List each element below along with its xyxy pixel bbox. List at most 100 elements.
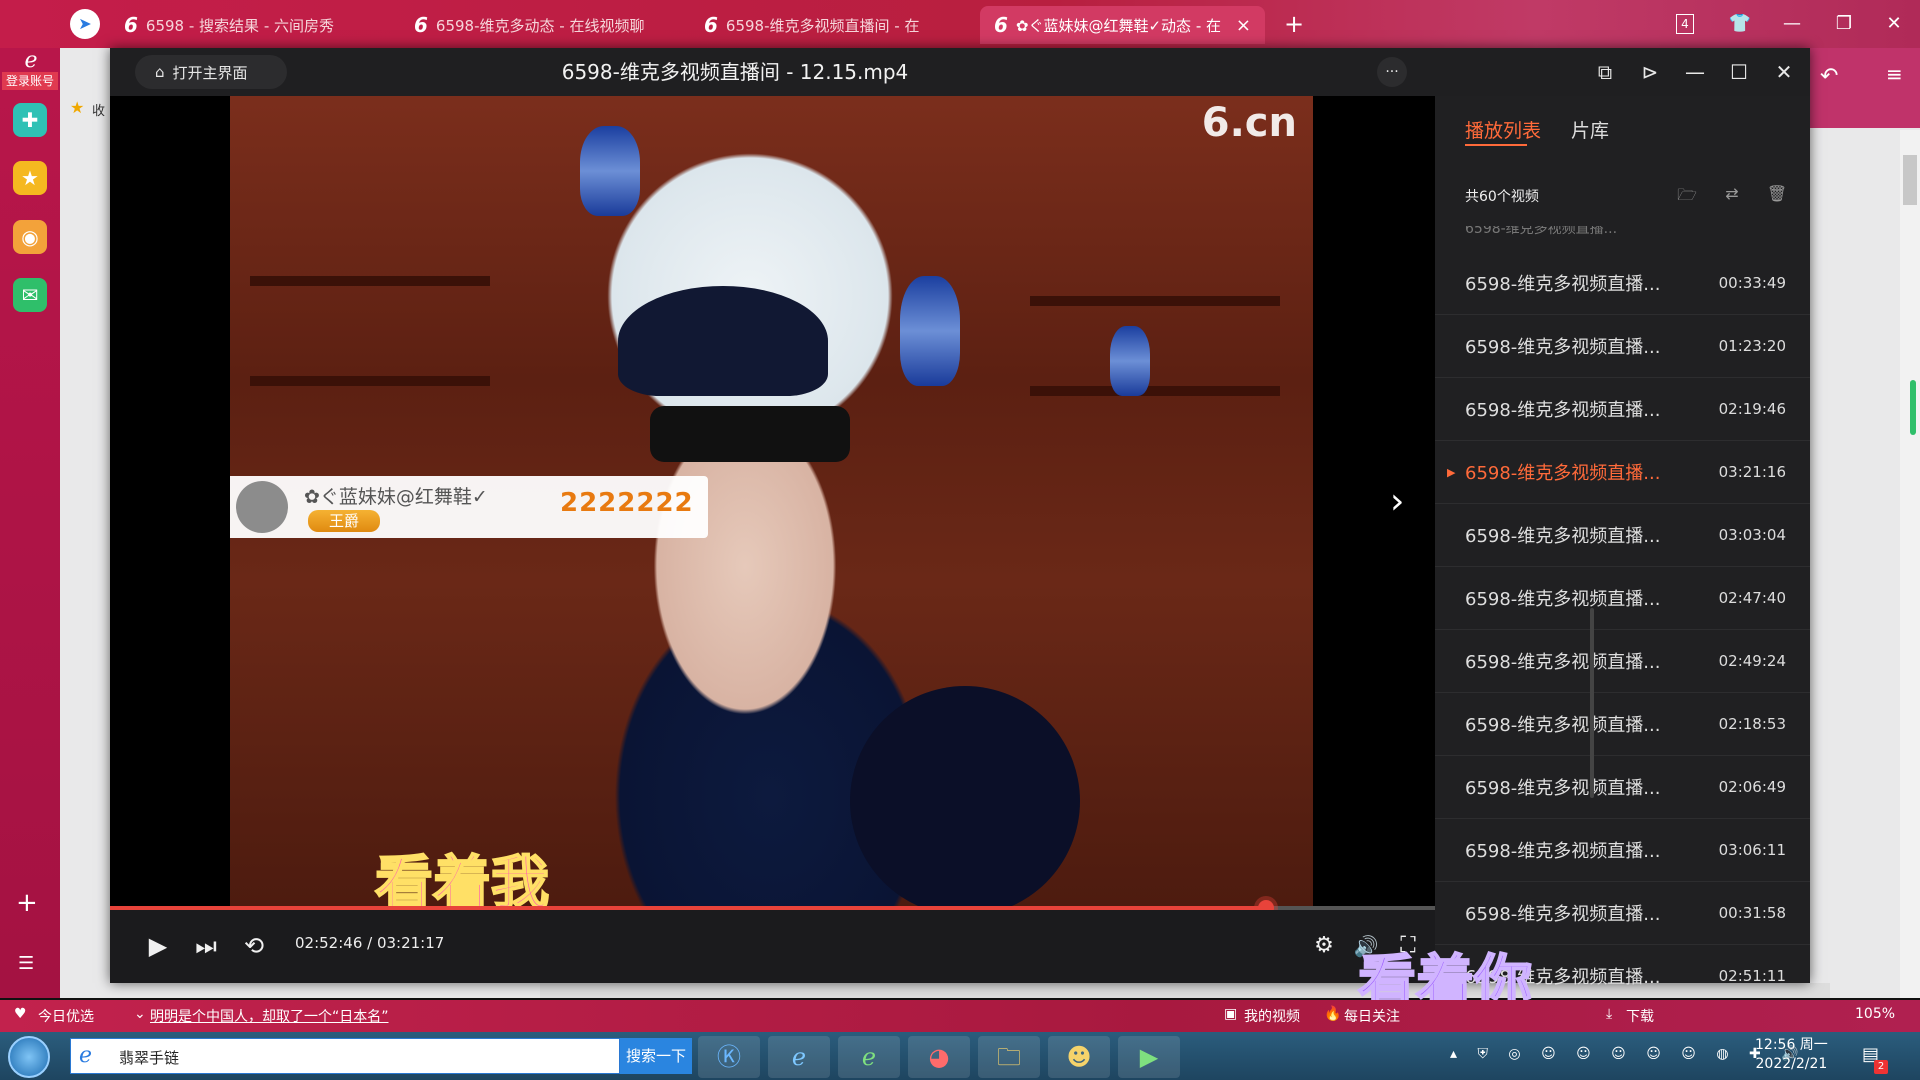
k-app-icon[interactable]: Ⓚ [698, 1036, 760, 1078]
sort-icon[interactable]: ⇄ [1721, 184, 1743, 203]
video-frame[interactable]: 6.cn ✿ぐ蓝妹妹@红舞鞋✓ 王爵 2222222 看着我 [230, 96, 1313, 906]
vase [580, 126, 640, 216]
hat [618, 286, 828, 396]
playlist-item[interactable]: 6598-维克多视频直播... 00:33:49 [1435, 252, 1810, 315]
restore-icon[interactable]: ❐ [1830, 10, 1858, 38]
daily-focus-link[interactable]: 每日关注 [1344, 1006, 1400, 1026]
play-icon[interactable]: ▶ [142, 930, 174, 962]
browser-nav-icon[interactable]: ➤ [70, 9, 100, 39]
playlist-item-title: 6598-维克多视频直播... [1465, 463, 1661, 484]
vase [900, 276, 960, 386]
flame-icon: 🔥 [1324, 1006, 1342, 1022]
open-folder-icon[interactable]: 🗁 [1676, 184, 1698, 211]
login-button[interactable]: 登录账号 [2, 72, 58, 90]
settings-gear-icon[interactable]: ⚙ [1308, 930, 1340, 962]
clock[interactable]: 12:56 周一 2022/2/21 [1755, 1036, 1828, 1074]
bookmark-star-icon[interactable]: ★ [70, 98, 84, 117]
tab-live-room[interactable]: 6 6598-维克多视频直播间 - 在 [690, 6, 975, 44]
video-icon: ▣ [1224, 1006, 1238, 1022]
bookmark-label[interactable]: 收 [92, 100, 105, 119]
ie-search-icon: ℯ [79, 1043, 93, 1068]
star-icon[interactable]: ★ [13, 161, 47, 195]
tab-playlist[interactable]: 播放列表 [1465, 116, 1541, 143]
playlist-item[interactable]: 6598-维克多视频直播... 02:47:40 [1435, 567, 1810, 630]
six-icon: 6 [414, 13, 428, 37]
browser-360-icon[interactable]: ℯ [838, 1036, 900, 1078]
download-link[interactable]: 下载 [1626, 1006, 1654, 1026]
close-icon[interactable]: ✕ [1880, 10, 1908, 38]
video-title: 6598-维克多视频直播间 - 12.15.mp4 [561, 60, 909, 84]
loop-icon[interactable]: ⟲ [238, 930, 270, 962]
next-track-icon[interactable]: ⏭ [190, 930, 222, 962]
scrollbar-thumb[interactable] [1903, 155, 1917, 205]
playlist-item[interactable]: ▶ 6598-维克多视频直播... 03:21:16 [1435, 441, 1810, 504]
playlist-item-title: 6598-维克多视频直播... [1465, 904, 1661, 925]
media-player-icon[interactable]: ▶ [1118, 1036, 1180, 1078]
today-picks[interactable]: 今日优选 [38, 1006, 94, 1026]
player-maximize-icon[interactable]: ☐ [1724, 57, 1754, 87]
ie-logo-icon[interactable]: ℯ [8, 48, 54, 74]
home-icon: ⌂ [155, 63, 165, 81]
time-display: 02:52:46 / 03:21:17 [295, 934, 445, 952]
playlist-scrollbar[interactable] [1590, 608, 1594, 798]
player-close-icon[interactable]: ✕ [1769, 57, 1799, 87]
playlist-item-duration: 02:18:53 [1718, 715, 1786, 733]
picture-in-picture-icon[interactable]: ⧉ [1590, 57, 1620, 87]
six-icon: 6 [994, 13, 1008, 37]
next-arrow-icon[interactable]: › [1390, 481, 1404, 522]
playlist-item[interactable]: 6598-维克多视频直播... 03:03:04 [1435, 504, 1810, 567]
page-scrollbar[interactable] [1900, 130, 1920, 998]
gift-count: 2222222 [560, 488, 694, 518]
playlist-item[interactable]: 6598-维克多视频直播... 01:23:20 [1435, 315, 1810, 378]
playlist-item[interactable]: 6598-维克多视频直播... 02:49:24 [1435, 630, 1810, 693]
tab-label: ✿ぐ蓝妹妹@红舞鞋✓动态 - 在 [1015, 16, 1222, 35]
video-caption: 看着我 [374, 848, 550, 906]
weibo-icon[interactable]: ◉ [13, 220, 47, 254]
video-area[interactable]: 6.cn ✿ぐ蓝妹妹@红舞鞋✓ 王爵 2222222 看着我 › [110, 96, 1435, 906]
playlist-item-duration: 00:31:58 [1718, 904, 1786, 922]
tab-active[interactable]: 6 ✿ぐ蓝妹妹@红舞鞋✓动态 - 在 × [980, 6, 1265, 44]
playlist-item[interactable]: 6598-维克多视频直播... 02:19:46 [1435, 378, 1810, 441]
close-tab-icon[interactable]: × [1236, 15, 1251, 36]
ie-icon[interactable]: ℯ [768, 1036, 830, 1078]
chevron-down-icon[interactable]: ⌄ [134, 1006, 146, 1022]
search-button[interactable]: 搜索一下 [620, 1038, 692, 1074]
trash-icon[interactable]: 🗑 [1766, 184, 1788, 203]
more-button[interactable]: ··· [1377, 57, 1407, 87]
chrome-icon[interactable]: ◕ [908, 1036, 970, 1078]
mail-icon[interactable]: ✉ [13, 278, 47, 312]
browser-status-bar: ♥ 今日优选 ⌄ 明明是个中国人，却取了一个“日本名” ▣ 我的视频 🔥 每日关… [0, 1000, 1920, 1032]
playlist-item-duration: 03:06:11 [1718, 841, 1786, 859]
minimize-icon[interactable]: — [1778, 10, 1806, 38]
news-headline[interactable]: 明明是个中国人，却取了一个“日本名” [150, 1006, 389, 1026]
game-app-icon[interactable]: ☻ [1048, 1036, 1110, 1078]
open-main-button[interactable]: ⌂ 打开主界面 [135, 55, 287, 89]
playlist-item[interactable]: 6598-维克多视频直播... 02:06:49 [1435, 756, 1810, 819]
clock-date: 2022/2/21 [1755, 1056, 1828, 1072]
pin-icon[interactable]: ⊳ [1635, 57, 1665, 87]
playlist-tabs: 播放列表 片库 [1465, 116, 1609, 143]
undo-icon[interactable]: ↶ [1820, 64, 1838, 89]
tab-count-badge[interactable]: 4 [1676, 14, 1694, 34]
tab-library[interactable]: 片库 [1571, 116, 1609, 143]
playlist-item[interactable]: 6598-维克多视频直播... 02:18:53 [1435, 693, 1810, 756]
tab-dynamic[interactable]: 6 6598-维克多动态 - 在线视频聊 [400, 6, 685, 44]
browser-menu-icon[interactable]: ≡ [1886, 62, 1903, 86]
playlist-item[interactable]: 6598-维克多视频直播... 03:06:11 [1435, 819, 1810, 882]
playlist-item-title: 6598-维克多视频直播... [1465, 337, 1661, 358]
my-video-link[interactable]: 我的视频 [1244, 1006, 1300, 1026]
folder-icon[interactable]: 🗀 [978, 1036, 1040, 1078]
new-tab-button[interactable]: + [1280, 10, 1308, 38]
taskbar-search-box[interactable]: ℯ 翡翠手链 [70, 1038, 620, 1074]
player-minimize-icon[interactable]: — [1680, 57, 1710, 87]
tab-search-results[interactable]: 6 6598 - 搜索结果 - 六间房秀 [110, 6, 395, 44]
playlist-item-duration: 02:49:24 [1718, 652, 1786, 670]
menu-list-icon[interactable]: ☰ [18, 953, 34, 974]
search-text: 翡翠手链 [119, 1049, 180, 1067]
add-icon[interactable]: + [16, 888, 38, 918]
shirt-icon[interactable]: 👕 [1726, 10, 1754, 38]
windows-start-icon[interactable] [8, 1036, 50, 1078]
system-tray[interactable]: ▴ ⛨ ◎ ☺ ☺ ☺ ☺ ☺ ◍ ✚ 🔊 [1450, 1046, 1807, 1062]
zoom-level[interactable]: 105% [1855, 1006, 1895, 1022]
plus-circle-icon[interactable]: ✚ [13, 103, 47, 137]
